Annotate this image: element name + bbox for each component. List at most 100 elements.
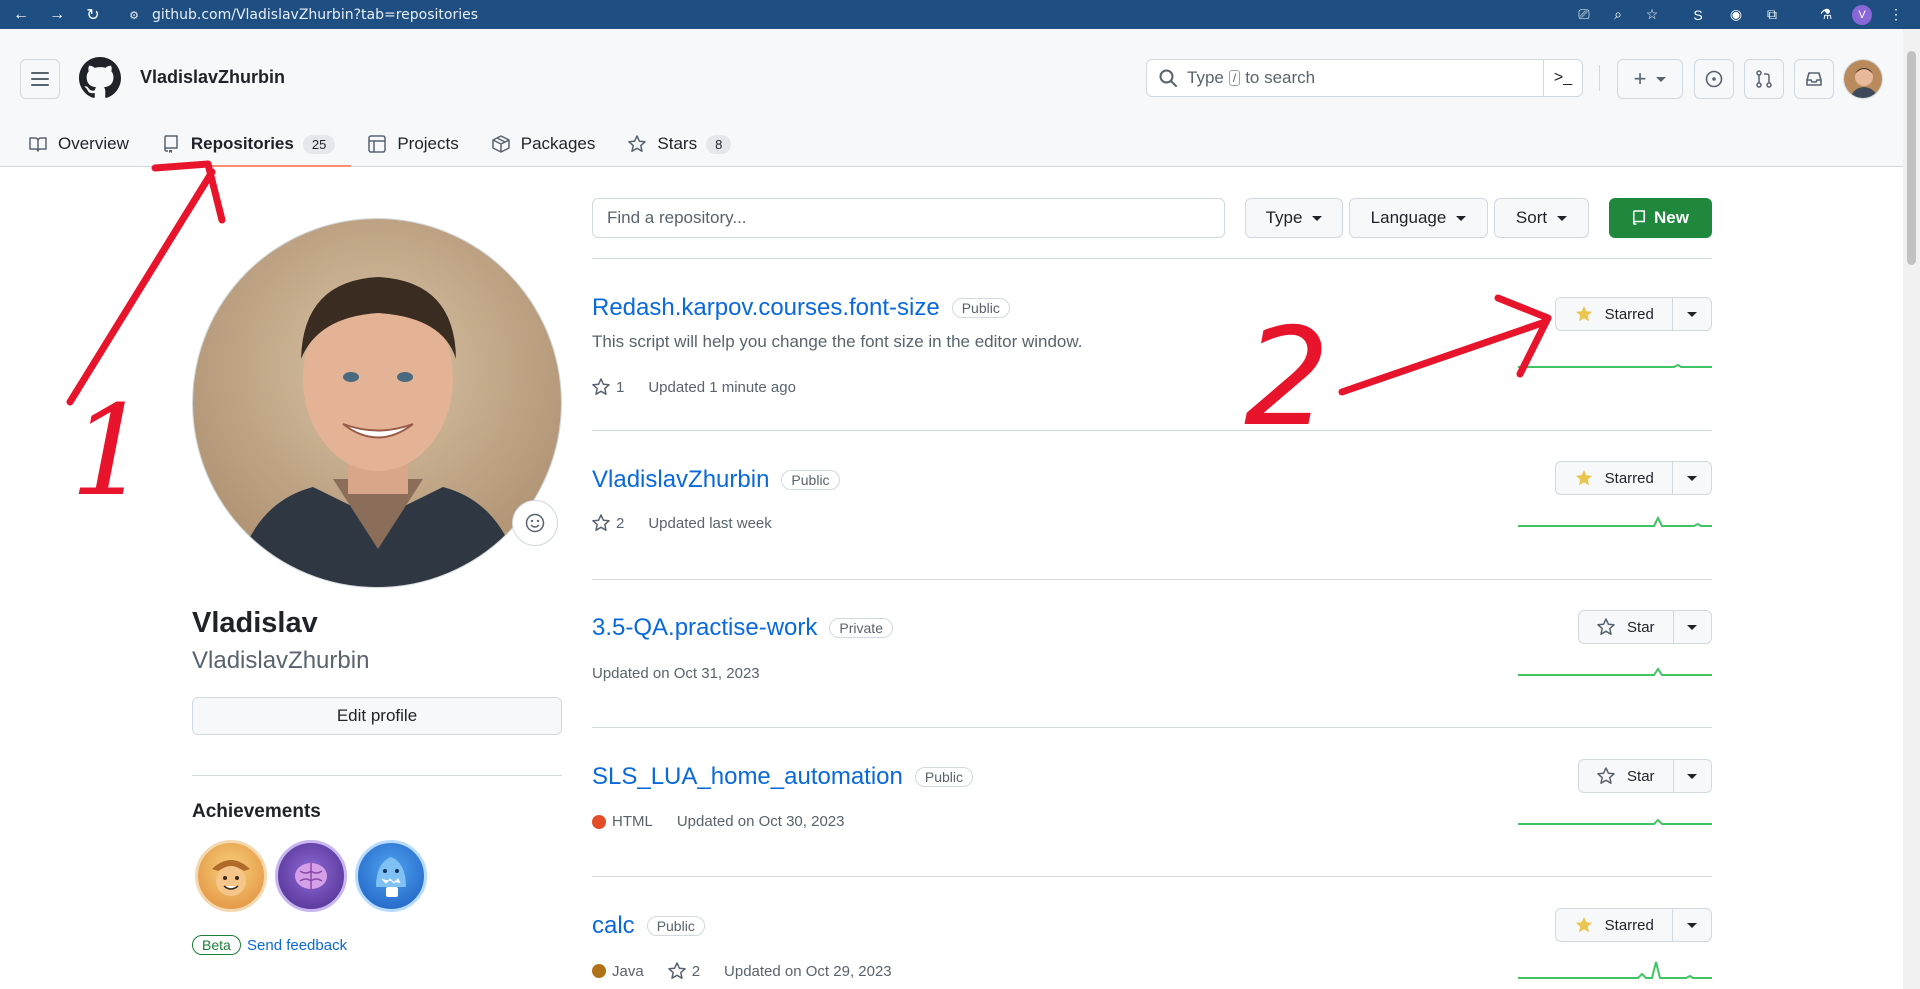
- language-filter-button[interactable]: Language: [1349, 198, 1488, 238]
- extension-icon[interactable]: ◉: [1722, 0, 1750, 29]
- star-lists-dropdown[interactable]: [1674, 760, 1711, 792]
- extensions-puzzle-icon[interactable]: ⧉: [1758, 0, 1786, 29]
- language-color-dot: [592, 814, 606, 829]
- star-icon: [627, 134, 647, 154]
- repo-icon: [161, 134, 181, 154]
- tab-packages[interactable]: Packages: [491, 122, 595, 166]
- repo-stars-link[interactable]: 2: [592, 514, 624, 532]
- tab-stars-label: Stars: [657, 134, 698, 153]
- list-divider: [592, 258, 1712, 259]
- achievement-badge-galaxy-brain[interactable]: [275, 840, 347, 912]
- site-info-icon[interactable]: ⚙: [126, 8, 142, 22]
- star-icon: [592, 378, 610, 395]
- repo-name-link[interactable]: 3.5-QA.practise-work: [592, 614, 817, 642]
- achievements-title[interactable]: Achievements: [192, 801, 321, 823]
- stars-count-badge: 8: [706, 134, 732, 154]
- starred-button[interactable]: Starred: [1556, 298, 1674, 330]
- visibility-badge: Public: [914, 767, 974, 787]
- star-button-label: Starred: [1604, 305, 1654, 323]
- scrollbar-thumb[interactable]: [1907, 51, 1916, 265]
- repo-star-button-group: Star: [1578, 759, 1712, 793]
- repo-stars-count: 2: [691, 962, 701, 980]
- header-username[interactable]: VladislavZhurbin: [140, 67, 285, 88]
- tab-overview-label: Overview: [58, 134, 129, 153]
- search-shortcut-key: /: [1228, 70, 1241, 86]
- visibility-badge: Public: [951, 298, 1010, 318]
- star-lists-dropdown[interactable]: [1673, 909, 1711, 941]
- profile-avatar[interactable]: V: [1848, 0, 1876, 29]
- send-feedback-link[interactable]: Send feedback: [247, 937, 347, 954]
- star-button-label: Starred: [1604, 916, 1654, 934]
- hamburger-menu-button[interactable]: [20, 59, 60, 99]
- set-status-button[interactable]: [512, 500, 558, 546]
- visibility-badge: Public: [781, 470, 840, 490]
- achievement-badge-pull-shark[interactable]: [355, 840, 427, 912]
- user-avatar[interactable]: [1843, 59, 1883, 99]
- visibility-badge: Private: [829, 618, 893, 638]
- browser-menu-icon[interactable]: ⋮: [1882, 0, 1910, 29]
- starred-button[interactable]: Starred: [1556, 909, 1674, 941]
- search-input[interactable]: Type / to search >_: [1146, 59, 1583, 97]
- star-filled-icon: [1575, 916, 1593, 934]
- bookmark-star-icon[interactable]: ☆: [1638, 0, 1666, 29]
- page-scrollbar[interactable]: [1903, 29, 1920, 989]
- star-icon: [667, 962, 686, 979]
- repo-stars-link[interactable]: 2: [667, 962, 701, 980]
- new-repository-button[interactable]: New: [1609, 198, 1712, 238]
- annotation-arrow-1-head: [151, 160, 226, 224]
- repo-star-button-group: Starred: [1555, 908, 1712, 942]
- table-icon: [367, 134, 387, 154]
- star-lists-dropdown[interactable]: [1674, 611, 1711, 643]
- repo-description: This script will help you change the fon…: [592, 332, 1083, 351]
- inbox-button[interactable]: [1794, 59, 1834, 99]
- extension-s-icon[interactable]: S: [1684, 0, 1712, 29]
- command-palette-icon[interactable]: >_: [1543, 60, 1582, 96]
- tab-repositories[interactable]: Repositories 25: [152, 122, 352, 167]
- star-icon: [1597, 618, 1615, 636]
- repo-name-link[interactable]: calc: [592, 912, 635, 940]
- star-button[interactable]: Star: [1579, 611, 1674, 643]
- edit-profile-button[interactable]: Edit profile: [192, 697, 562, 735]
- chevron-down-icon: [1456, 215, 1467, 221]
- tab-projects[interactable]: Projects: [367, 122, 459, 166]
- star-button-label: Star: [1627, 618, 1655, 636]
- zoom-icon[interactable]: ⌕: [1604, 0, 1632, 29]
- pull-requests-button[interactable]: [1744, 59, 1784, 99]
- github-logo-icon[interactable]: [79, 57, 121, 99]
- search-icon: [1159, 69, 1177, 87]
- install-icon[interactable]: ⎚: [1570, 0, 1598, 29]
- star-filled-icon: [1575, 305, 1593, 323]
- type-filter-button[interactable]: Type: [1245, 198, 1343, 238]
- repo-language-label: HTML: [612, 813, 653, 830]
- profile-avatar-large[interactable]: [192, 218, 562, 588]
- star-lists-dropdown[interactable]: [1673, 462, 1711, 494]
- star-icon: [1597, 767, 1615, 785]
- activity-sparkline: [1518, 961, 1712, 979]
- repo-name-link[interactable]: SLS_LUA_home_automation: [592, 763, 903, 791]
- repo-stars-link[interactable]: 1: [592, 378, 624, 396]
- tab-overview[interactable]: Overview: [28, 122, 129, 166]
- issue-opened-icon: [1705, 70, 1723, 88]
- star-lists-dropdown[interactable]: [1673, 298, 1711, 330]
- back-icon[interactable]: ←: [8, 0, 34, 29]
- git-pull-request-icon: [1756, 70, 1772, 88]
- issues-button[interactable]: [1694, 59, 1734, 99]
- address-bar[interactable]: ⚙ github.com/VladislavZhurbin?tab=reposi…: [126, 4, 1536, 26]
- reload-icon[interactable]: ↻: [80, 0, 106, 29]
- repo-name-link[interactable]: Redash.karpov.courses.font-size: [592, 294, 940, 322]
- repo-language: HTML: [592, 813, 653, 830]
- activity-sparkline: [1518, 667, 1712, 676]
- find-repository-input[interactable]: Find a repository...: [592, 198, 1225, 238]
- star-button[interactable]: Star: [1579, 760, 1674, 792]
- repo-name-link[interactable]: VladislavZhurbin: [592, 466, 769, 494]
- create-new-button[interactable]: +: [1617, 59, 1683, 99]
- sort-button[interactable]: Sort: [1494, 198, 1589, 238]
- star-button-label: Starred: [1604, 469, 1654, 487]
- forward-icon[interactable]: →: [44, 0, 70, 29]
- achievement-badge-pull-shark-cowboy[interactable]: [195, 840, 267, 912]
- chevron-down-icon: [1687, 311, 1698, 317]
- tab-stars[interactable]: Stars 8: [627, 122, 732, 166]
- labs-flask-icon[interactable]: ⚗: [1812, 0, 1840, 29]
- starred-button[interactable]: Starred: [1556, 462, 1674, 494]
- book-icon: [28, 134, 48, 154]
